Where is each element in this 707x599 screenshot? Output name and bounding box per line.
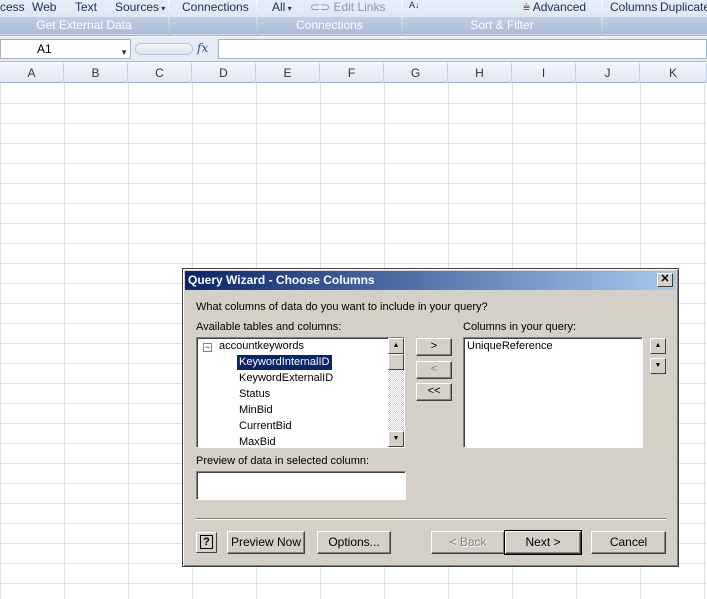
column-header-k[interactable]: K [640, 63, 707, 83]
column-item[interactable]: KeywordExternalID [237, 371, 335, 386]
available-list-scrollbar[interactable]: ▲ ▼ [388, 338, 404, 447]
close-icon[interactable]: ✕ [657, 273, 673, 287]
column-header-d[interactable]: D [192, 63, 256, 83]
scroll-thumb[interactable] [388, 354, 404, 370]
ribbon-sources-button[interactable]: Sources ▾ [115, 0, 165, 14]
column-header-f[interactable]: F [320, 63, 384, 83]
query-column-item[interactable]: UniqueReference [467, 340, 553, 352]
back-button[interactable]: < Back [431, 531, 505, 554]
column-item[interactable]: MaxBid [237, 435, 278, 447]
sort-az-icon[interactable]: A↓ [409, 0, 420, 10]
options-button[interactable]: Options... [317, 531, 391, 554]
dialog-question: What columns of data do you want to incl… [196, 301, 488, 313]
ribbon-group-label: Connections [258, 17, 401, 34]
scroll-up-icon[interactable]: ▲ [388, 338, 404, 354]
ribbon-advanced-button[interactable]: ⩧ Advanced [523, 0, 586, 15]
column-headers: ABCDEFGHIJK [0, 63, 707, 83]
query-columns-label: Columns in your query: [463, 321, 577, 333]
column-item[interactable]: Status [237, 387, 272, 402]
column-header-e[interactable]: E [256, 63, 320, 83]
ribbon-group-get-external-data: cess Web Text Sources ▾ Get External Dat… [0, 0, 168, 35]
collapse-icon[interactable]: − [203, 343, 212, 352]
column-header-b[interactable]: B [64, 63, 128, 83]
ribbon-group-data-tools: Columns Duplicates [603, 0, 707, 35]
ribbon-group-connections: All ▾ ⊂⊃ Edit Links Connections [258, 0, 401, 35]
name-box[interactable]: A1 ▼ [0, 39, 131, 59]
dropdown-arrow-icon[interactable]: ▼ [120, 44, 128, 62]
move-up-icon[interactable]: ▲ [650, 338, 666, 354]
column-header-g[interactable]: G [384, 63, 448, 83]
ribbon-group-connections-button: Connections [170, 0, 256, 35]
query-columns-list[interactable]: UniqueReference [463, 337, 643, 448]
name-box-value: A1 [37, 42, 52, 56]
preview-field [196, 471, 406, 500]
ribbon: cess Web Text Sources ▾ Get External Dat… [0, 0, 707, 36]
ribbon-edit-links-button[interactable]: ⊂⊃ Edit Links [310, 0, 385, 14]
formula-cancel-enter-pill[interactable] [135, 43, 193, 55]
ribbon-remove-duplicates-button[interactable]: Duplicates [660, 0, 707, 14]
table-node[interactable]: accountkeywords [219, 340, 304, 352]
column-item[interactable]: CurrentBid [237, 419, 294, 434]
dialog-divider [195, 518, 666, 520]
dialog-titlebar[interactable]: Query Wizard - Choose Columns ✕ [185, 271, 676, 290]
ribbon-refresh-all-button[interactable]: All ▾ [272, 0, 292, 14]
column-header-a[interactable]: A [0, 63, 64, 83]
ribbon-web-button[interactable]: Web [32, 0, 56, 14]
next-button[interactable]: Next > [504, 530, 582, 555]
column-header-j[interactable]: J [576, 63, 640, 83]
available-columns-label: Available tables and columns: [196, 321, 342, 333]
dropdown-arrow-icon: ▾ [159, 4, 166, 13]
column-item[interactable]: KeywordInternalID [236, 354, 333, 371]
formula-bar: A1 ▼ fx [0, 37, 707, 62]
ribbon-access-button[interactable]: cess [0, 0, 25, 14]
ribbon-group-label [603, 17, 707, 34]
ribbon-group-sort-filter: A↓ ⩧ Advanced Sort & Filter [403, 0, 601, 35]
funnel-icon: ⩧ [523, 0, 533, 14]
remove-column-button[interactable]: < [416, 361, 452, 379]
column-item[interactable]: MinBid [237, 403, 275, 418]
ribbon-group-label: Sort & Filter [403, 17, 601, 34]
dropdown-arrow-icon: ▾ [285, 4, 292, 13]
ribbon-group-label: Get External Data [0, 17, 168, 34]
preview-now-button[interactable]: Preview Now [227, 531, 305, 554]
formula-input[interactable] [218, 39, 707, 59]
ribbon-text-button[interactable]: Text [75, 0, 97, 14]
preview-label: Preview of data in selected column: [196, 455, 370, 467]
available-columns-list[interactable]: − accountkeywords KeywordInternalID Keywo… [196, 337, 405, 448]
help-button[interactable]: ? [196, 532, 217, 553]
remove-all-columns-button[interactable]: << [416, 383, 452, 401]
insert-function-icon[interactable]: fx [197, 41, 208, 55]
dialog-title: Query Wizard - Choose Columns [188, 273, 375, 287]
column-header-i[interactable]: I [512, 63, 576, 83]
help-icon: ? [200, 535, 213, 549]
query-wizard-dialog: Query Wizard - Choose Columns ✕ What col… [182, 268, 679, 567]
scroll-down-icon[interactable]: ▼ [388, 431, 404, 447]
ribbon-group-label [170, 17, 256, 34]
cancel-button[interactable]: Cancel [591, 531, 666, 554]
excel-window: cess Web Text Sources ▾ Get External Dat… [0, 0, 707, 599]
ribbon-text-to-columns-button[interactable]: Columns [610, 0, 657, 14]
move-down-icon[interactable]: ▼ [650, 358, 666, 374]
ribbon-connections-button[interactable]: Connections [182, 0, 249, 14]
link-icon: ⊂⊃ [310, 0, 334, 14]
column-header-h[interactable]: H [448, 63, 512, 83]
column-header-c[interactable]: C [128, 63, 192, 83]
add-column-button[interactable]: > [416, 338, 452, 356]
formula-tools: fx [133, 39, 217, 59]
